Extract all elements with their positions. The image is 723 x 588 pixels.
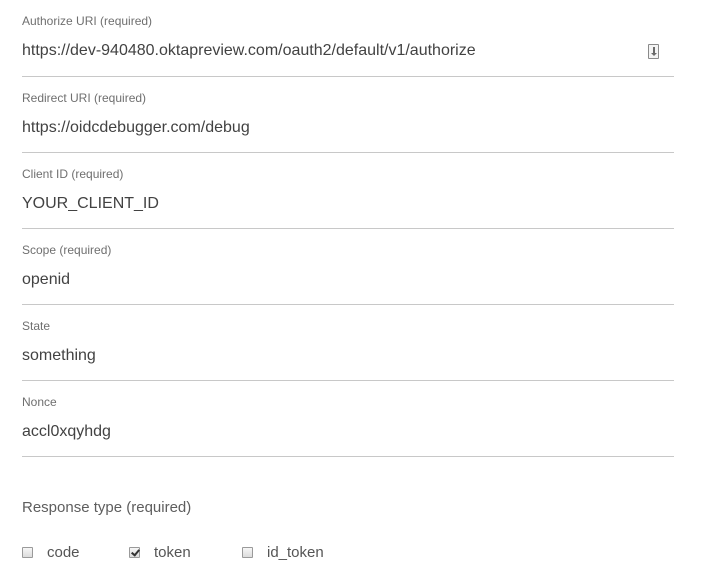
scope-label: Scope (required) [22, 243, 112, 257]
state-label: State [22, 319, 51, 333]
scope-field: Scope (required) [22, 229, 674, 305]
redirect-uri-label: Redirect URI (required) [22, 91, 147, 105]
redirect-uri-input[interactable] [22, 117, 632, 139]
redirect-uri-field: Redirect URI (required) [22, 77, 674, 153]
client-id-label: Client ID (required) [22, 167, 124, 181]
nonce-label: Nonce [22, 395, 57, 409]
id-token-checkbox[interactable] [242, 546, 253, 558]
token-checkbox[interactable] [129, 546, 140, 558]
authorize-uri-input[interactable] [22, 40, 632, 62]
state-input[interactable] [22, 345, 632, 367]
code-checkbox[interactable] [22, 546, 33, 558]
scope-input[interactable] [22, 269, 632, 291]
nonce-field: Nonce [22, 381, 674, 457]
response-type-code-option[interactable]: code [22, 542, 80, 562]
response-type-id-token-option[interactable]: id_token [242, 542, 324, 562]
response-type-title: Response type (required) [22, 499, 192, 516]
client-id-input[interactable] [22, 193, 632, 215]
code-checkbox-label[interactable]: code [47, 544, 80, 561]
id-token-checkbox-label[interactable]: id_token [267, 544, 324, 561]
state-field: State [22, 305, 674, 381]
response-type-section: Response type (required) code token id_t… [22, 496, 674, 561]
autofill-icon[interactable] [648, 44, 659, 59]
response-type-options: code token id_token [22, 542, 674, 562]
nonce-input[interactable] [22, 421, 632, 443]
client-id-field: Client ID (required) [22, 153, 674, 229]
response-type-token-option[interactable]: token [129, 542, 191, 562]
authorize-uri-label: Authorize URI (required) [22, 14, 153, 28]
authorize-uri-field: Authorize URI (required) [22, 0, 674, 77]
token-checkbox-label[interactable]: token [154, 544, 191, 561]
oidc-form: Authorize URI (required) Redirect URI (r… [22, 0, 674, 457]
